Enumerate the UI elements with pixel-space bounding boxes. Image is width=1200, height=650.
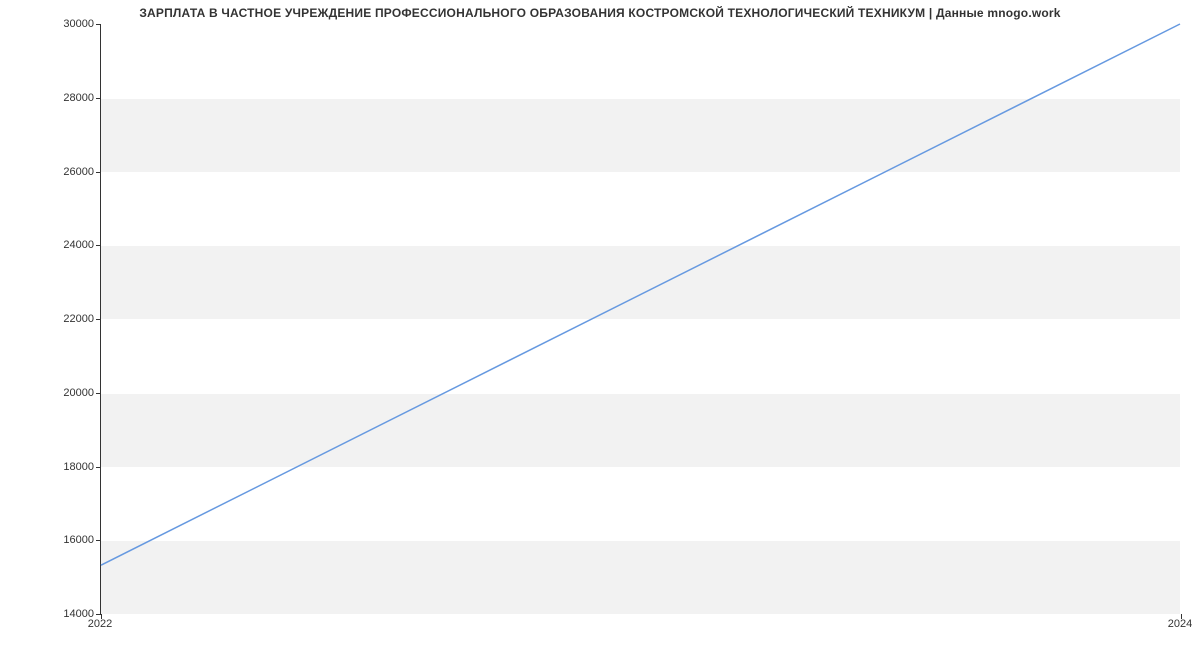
y-tick-label: 26000 [14, 166, 94, 178]
y-tick-mark [96, 540, 101, 541]
y-tick-label: 22000 [14, 313, 94, 325]
chart-container: ЗАРПЛАТА В ЧАСТНОЕ УЧРЕЖДЕНИЕ ПРОФЕССИОН… [0, 0, 1200, 650]
y-tick-label: 28000 [14, 92, 94, 104]
y-tick-mark [96, 319, 101, 320]
line-series [101, 24, 1180, 613]
y-tick-label: 16000 [14, 534, 94, 546]
y-tick-mark [96, 393, 101, 394]
y-tick-mark [96, 98, 101, 99]
y-tick-mark [96, 467, 101, 468]
y-tick-label: 30000 [14, 18, 94, 30]
y-tick-mark [96, 245, 101, 246]
y-tick-mark [96, 172, 101, 173]
y-tick-label: 24000 [14, 239, 94, 251]
y-tick-label: 18000 [14, 461, 94, 473]
chart-title: ЗАРПЛАТА В ЧАСТНОЕ УЧРЕЖДЕНИЕ ПРОФЕССИОН… [0, 6, 1200, 20]
gridline [101, 614, 1180, 615]
series-line [101, 24, 1180, 565]
x-tick-label: 2024 [1168, 618, 1192, 630]
x-tick-label: 2022 [88, 618, 112, 630]
y-tick-mark [96, 24, 101, 25]
plot-area [100, 24, 1180, 614]
y-tick-label: 20000 [14, 387, 94, 399]
y-tick-label: 14000 [14, 608, 94, 620]
